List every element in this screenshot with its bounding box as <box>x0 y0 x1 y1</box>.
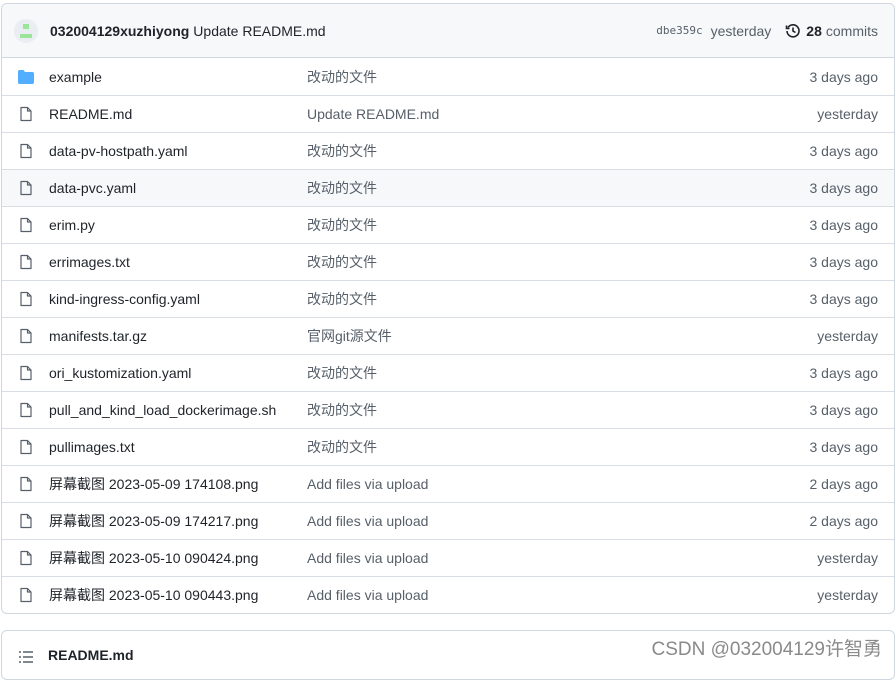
file-name[interactable]: data-pvc.yaml <box>49 180 307 196</box>
file-icon <box>18 291 34 307</box>
file-icon <box>18 476 34 492</box>
file-age: 3 days ago <box>809 217 879 233</box>
file-name[interactable]: 屏幕截图 2023-05-09 174217.png <box>49 511 307 531</box>
file-row[interactable]: example 改动的文件 3 days ago <box>2 58 894 95</box>
file-name[interactable]: erim.py <box>49 217 307 233</box>
file-age: 3 days ago <box>809 68 879 85</box>
file-name[interactable]: pullimages.txt <box>49 439 307 455</box>
file-icon <box>18 217 34 233</box>
file-name[interactable]: ori_kustomization.yaml <box>49 365 307 381</box>
file-name[interactable]: 屏幕截图 2023-05-10 090443.png <box>49 585 307 605</box>
commit-sha[interactable]: dbe359c <box>656 24 702 37</box>
file-name[interactable]: kind-ingress-config.yaml <box>49 291 307 307</box>
file-commit-message[interactable]: Add files via upload <box>307 476 810 492</box>
file-name[interactable]: 屏幕截图 2023-05-09 174108.png <box>49 474 307 494</box>
file-row[interactable]: data-pvc.yaml 改动的文件 3 days ago <box>2 169 894 206</box>
file-age: 2 days ago <box>809 476 879 492</box>
file-commit-message[interactable]: Add files via upload <box>307 587 817 603</box>
file-commit-message[interactable]: 改动的文件 <box>307 252 810 272</box>
commits-label: commits <box>825 22 878 39</box>
file-age: 3 days ago <box>809 291 879 307</box>
file-age: yesterday <box>817 587 878 603</box>
list-icon[interactable] <box>18 649 34 665</box>
file-icon <box>18 365 34 381</box>
file-commit-message[interactable]: 改动的文件 <box>307 400 810 420</box>
file-row[interactable]: 屏幕截图 2023-05-09 174217.png Add files via… <box>2 502 894 539</box>
file-commit-message[interactable]: Add files via upload <box>307 550 817 566</box>
file-row[interactable]: pullimages.txt 改动的文件 3 days ago <box>2 428 894 465</box>
file-commit-message[interactable]: 改动的文件 <box>307 67 810 87</box>
file-row[interactable]: pull_and_kind_load_dockerimage.sh 改动的文件 … <box>2 391 894 428</box>
file-commit-message[interactable]: 改动的文件 <box>307 363 810 383</box>
file-name[interactable]: manifests.tar.gz <box>49 328 307 344</box>
file-commit-message[interactable]: 改动的文件 <box>307 141 810 161</box>
file-icon <box>18 254 34 270</box>
file-age: yesterday <box>817 106 878 122</box>
file-age: 3 days ago <box>809 180 879 196</box>
commit-time: yesterday <box>710 22 772 39</box>
file-name[interactable]: 屏幕截图 2023-05-10 090424.png <box>49 548 307 568</box>
commit-author[interactable]: 032004129xuzhiyong <box>50 23 189 39</box>
file-age: yesterday <box>817 328 878 344</box>
file-row[interactable]: erim.py 改动的文件 3 days ago <box>2 206 894 243</box>
file-age: 3 days ago <box>809 402 879 418</box>
file-row[interactable]: data-pv-hostpath.yaml 改动的文件 3 days ago <box>2 132 894 169</box>
file-icon <box>18 550 34 566</box>
history-icon <box>785 23 801 38</box>
file-icon <box>18 513 34 529</box>
file-commit-message[interactable]: 改动的文件 <box>307 215 810 235</box>
file-name[interactable]: data-pv-hostpath.yaml <box>49 143 307 159</box>
file-row[interactable]: 屏幕截图 2023-05-09 174108.png Add files via… <box>2 465 894 502</box>
file-age: 3 days ago <box>809 143 879 159</box>
file-icon <box>18 402 34 418</box>
file-name[interactable]: errimages.txt <box>49 254 307 270</box>
file-icon <box>18 328 34 344</box>
file-list: example 改动的文件 3 days ago README.md Updat… <box>2 58 894 613</box>
watermark: CSDN @032004129许智勇 <box>651 639 882 660</box>
author-avatar[interactable] <box>14 18 38 43</box>
file-row[interactable]: errimages.txt 改动的文件 3 days ago <box>2 243 894 280</box>
readme-title[interactable]: README.md <box>48 647 134 663</box>
file-commit-message[interactable]: 官网git源文件 <box>307 326 817 346</box>
file-row[interactable]: 屏幕截图 2023-05-10 090443.png Add files via… <box>2 576 894 613</box>
file-name[interactable]: example <box>49 69 307 85</box>
commit-count: 28 <box>806 22 822 39</box>
file-row[interactable]: README.md Update README.md yesterday <box>2 95 894 132</box>
file-icon <box>18 439 34 455</box>
file-age: yesterday <box>817 550 878 566</box>
file-commit-message[interactable]: 改动的文件 <box>307 437 810 457</box>
file-icon <box>18 587 34 603</box>
latest-commit-bar: 032004129xuzhiyong Update README.md dbe3… <box>2 4 894 58</box>
file-row[interactable]: kind-ingress-config.yaml 改动的文件 3 days ag… <box>2 280 894 317</box>
file-row[interactable]: manifests.tar.gz 官网git源文件 yesterday <box>2 317 894 354</box>
file-icon <box>18 143 34 159</box>
file-commit-message[interactable]: Update README.md <box>307 106 817 122</box>
file-commit-message[interactable]: 改动的文件 <box>307 289 810 309</box>
file-row[interactable]: ori_kustomization.yaml 改动的文件 3 days ago <box>2 354 894 391</box>
file-icon <box>18 106 34 122</box>
file-age: 3 days ago <box>809 254 879 270</box>
file-age: 3 days ago <box>809 365 879 381</box>
file-commit-message[interactable]: Add files via upload <box>307 513 810 529</box>
file-name[interactable]: pull_and_kind_load_dockerimage.sh <box>49 402 307 418</box>
commit-message[interactable]: Update README.md <box>193 23 325 39</box>
folder-icon <box>18 69 34 85</box>
file-browser: 032004129xuzhiyong Update README.md dbe3… <box>1 3 895 614</box>
file-age: 2 days ago <box>809 513 879 529</box>
file-name[interactable]: README.md <box>49 106 307 122</box>
file-age: 3 days ago <box>809 439 879 455</box>
commits-link[interactable]: 28 commits <box>785 23 878 39</box>
file-commit-message[interactable]: 改动的文件 <box>307 178 810 198</box>
file-row[interactable]: 屏幕截图 2023-05-10 090424.png Add files via… <box>2 539 894 576</box>
file-icon <box>18 180 34 196</box>
